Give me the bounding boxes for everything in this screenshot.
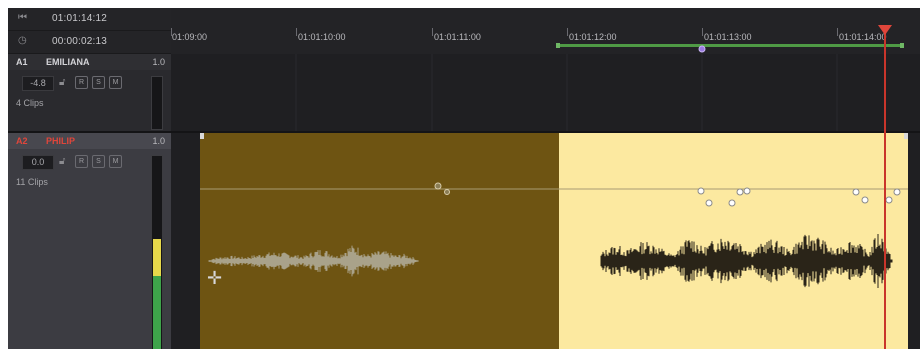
volume-keyframe[interactable] xyxy=(861,196,869,204)
track-level: 1.0 xyxy=(152,136,165,146)
meter-level-yellow xyxy=(153,239,161,276)
in-point-marker[interactable] xyxy=(556,43,560,48)
volume-keyframe[interactable] xyxy=(697,187,705,195)
track-header-a2[interactable]: A2 PHILIP 1.0 0.0 🔓︎ R S M 11 Clips xyxy=(8,133,171,349)
waveform-clip-2 xyxy=(600,233,893,289)
solo-button[interactable]: S xyxy=(92,155,105,168)
jump-to-start-icon[interactable]: ⏮ xyxy=(18,12,27,23)
track-level: 1.0 xyxy=(152,57,165,67)
out-point-marker[interactable] xyxy=(900,43,904,48)
lane-grid xyxy=(295,54,838,131)
timeline-editor: ⏮ 01:01:14:12 ◷ 00:00:02:13 A1 EMILIANA … xyxy=(8,8,920,349)
record-button[interactable]: R xyxy=(75,76,88,89)
track-id: A2 xyxy=(16,136,28,146)
meter-level-green xyxy=(153,276,161,349)
track-title-bar: A2 PHILIP 1.0 xyxy=(8,133,171,149)
duration-timecode-row: ◷ 00:00:02:13 xyxy=(8,31,171,54)
range-midpoint-marker[interactable] xyxy=(698,45,706,53)
clip-count: 11 Clips xyxy=(16,177,48,187)
lock-icon[interactable]: 🔓︎ xyxy=(59,76,65,89)
playhead-marker[interactable] xyxy=(878,25,892,35)
timeline-area[interactable]: 01:09:00 01:01:10:00 01:01:11:00 01:01:1… xyxy=(171,8,920,349)
track-lane-a1[interactable] xyxy=(171,54,920,133)
time-ruler[interactable]: 01:09:00 01:01:10:00 01:01:11:00 01:01:1… xyxy=(171,8,920,55)
volume-keyframe[interactable] xyxy=(885,196,893,204)
current-timecode: 01:01:14:12 xyxy=(52,13,108,24)
clock-icon: ◷ xyxy=(18,35,27,46)
mute-button[interactable]: M xyxy=(109,155,122,168)
duration-timecode: 00:00:02:13 xyxy=(52,36,108,47)
volume-keyframe[interactable] xyxy=(705,199,713,207)
volume-keyframe[interactable] xyxy=(728,199,736,207)
volume-keyframe[interactable] xyxy=(736,188,744,196)
track-volume-field[interactable]: 0.0 xyxy=(22,155,54,170)
track-header-a1[interactable]: A1 EMILIANA 1.0 -4.8 🔓︎ R S M 4 Clips xyxy=(8,54,171,133)
track-volume-field[interactable]: -4.8 xyxy=(22,76,54,91)
move-cursor-icon: ✛ xyxy=(207,268,223,288)
range-markers xyxy=(556,43,904,53)
playhead-line[interactable] xyxy=(884,26,886,349)
audio-meter xyxy=(151,155,163,349)
volume-keyframes[interactable] xyxy=(434,182,901,207)
volume-keyframe[interactable] xyxy=(444,189,450,195)
volume-keyframe[interactable] xyxy=(434,182,442,190)
lock-icon[interactable]: 🔓︎ xyxy=(59,155,65,168)
audio-meter xyxy=(151,76,163,130)
track-name[interactable]: PHILIP xyxy=(46,136,75,146)
volume-keyframe[interactable] xyxy=(852,188,860,196)
waveforms xyxy=(200,133,908,289)
track-lane-a2[interactable]: ✛ xyxy=(171,133,920,349)
track-id: A1 xyxy=(16,57,28,67)
waveform-clip-1 xyxy=(208,245,419,277)
track-header-column: ⏮ 01:01:14:12 ◷ 00:00:02:13 A1 EMILIANA … xyxy=(8,8,171,349)
record-button[interactable]: R xyxy=(75,155,88,168)
volume-keyframe[interactable] xyxy=(893,188,901,196)
current-timecode-row[interactable]: ⏮ 01:01:14:12 xyxy=(8,8,171,31)
track-name[interactable]: EMILIANA xyxy=(46,57,90,67)
volume-keyframe[interactable] xyxy=(743,187,751,195)
solo-button[interactable]: S xyxy=(92,76,105,89)
clip-trim-handle-left[interactable] xyxy=(200,133,204,139)
mute-button[interactable]: M xyxy=(109,76,122,89)
clip-count: 4 Clips xyxy=(16,98,44,108)
track-title-bar: A1 EMILIANA 1.0 xyxy=(8,54,171,70)
clip-trim-handle-right[interactable] xyxy=(904,133,908,139)
